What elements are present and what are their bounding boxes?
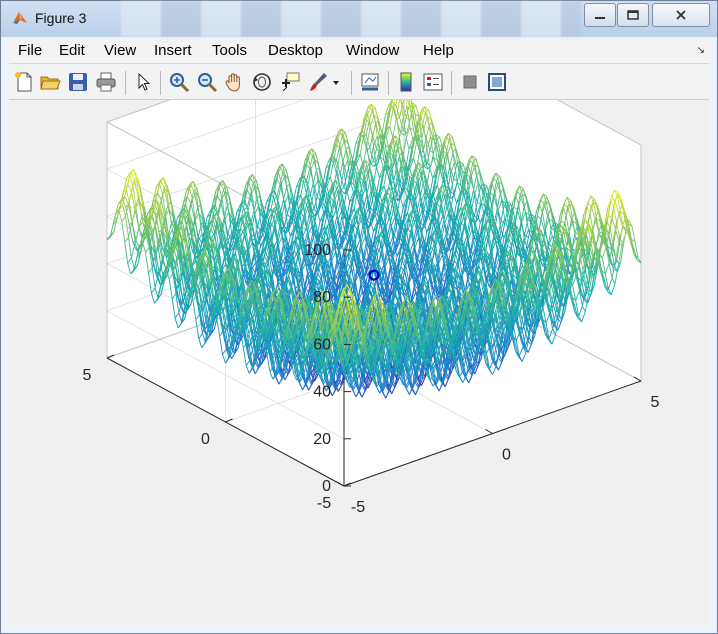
dock-arrow-icon[interactable]: ↘ (697, 45, 705, 56)
zoom-out-icon[interactable] (196, 71, 218, 93)
menu-edit[interactable]: Edit (59, 42, 85, 59)
minimize-button[interactable] (584, 3, 616, 27)
menu-window[interactable]: Window (346, 42, 399, 59)
rotate-3d-icon[interactable] (251, 71, 273, 93)
print-icon[interactable] (95, 71, 117, 93)
figure-window: Figure 3 File Edit View Insert Tools Des… (0, 0, 718, 634)
menu-desktop[interactable]: Desktop (268, 42, 323, 59)
pointer-icon[interactable] (133, 71, 155, 93)
new-figure-icon[interactable] (13, 71, 35, 93)
menu-bar: File Edit View Insert Tools Desktop Wind… (9, 39, 709, 64)
surface-plot[interactable]: 020406080100-505-505 (9, 16, 709, 625)
save-icon[interactable] (67, 71, 89, 93)
data-cursor-icon[interactable] (279, 71, 301, 93)
title-bar[interactable]: Figure 3 (1, 1, 717, 37)
menu-file[interactable]: File (18, 42, 42, 59)
menu-help[interactable]: Help (423, 42, 454, 59)
maximize-icon (627, 10, 639, 20)
zoom-in-icon[interactable] (168, 71, 190, 93)
title-bar-background (121, 1, 581, 37)
maximize-button[interactable] (617, 3, 649, 27)
link-plot-icon[interactable] (359, 71, 381, 93)
close-button[interactable] (652, 3, 710, 27)
brush-icon[interactable] (307, 71, 329, 93)
toolbar-separator (160, 71, 161, 95)
toolbar-separator (388, 71, 389, 95)
toolbar-separator (125, 71, 126, 95)
show-plot-tools-icon[interactable] (486, 71, 508, 93)
open-file-icon[interactable] (39, 71, 61, 93)
figure-canvas: 0 20 40 60 80 100 -5 0 5 -5 0 5 (9, 16, 709, 625)
matlab-logo-icon (13, 12, 27, 24)
brush-dropdown-icon[interactable] (331, 71, 341, 93)
hide-plot-tools-icon[interactable] (459, 71, 481, 93)
pan-hand-icon[interactable] (223, 71, 245, 93)
toolbar-separator (451, 71, 452, 95)
minimize-icon (595, 17, 605, 19)
menu-tools[interactable]: Tools (212, 42, 247, 59)
close-icon (676, 10, 686, 20)
window-title: Figure 3 (35, 10, 87, 26)
menu-insert[interactable]: Insert (154, 42, 192, 59)
menu-view[interactable]: View (104, 42, 136, 59)
colorbar-icon[interactable] (395, 71, 417, 93)
legend-icon[interactable] (422, 71, 444, 93)
figure-toolbar (9, 65, 709, 100)
toolbar-separator (351, 71, 352, 95)
